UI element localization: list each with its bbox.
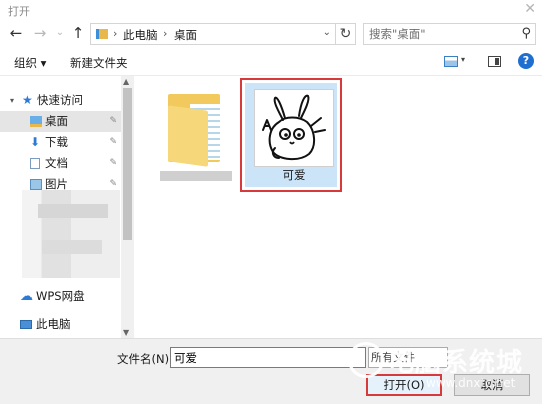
sidebar-item-quick-access[interactable]: ▾ ★ 快速访问 (0, 90, 121, 111)
file-name-label: 可爱 (282, 168, 306, 182)
scroll-down-icon[interactable]: ▼ (123, 328, 129, 337)
breadcrumb-separator: › (113, 27, 118, 40)
folder-icon (96, 29, 108, 39)
view-dropdown-icon[interactable]: ▾ (461, 55, 465, 64)
file-name-panel: 文件名(N): 所有文件 打开(O) 取消 (0, 338, 542, 404)
scrollbar-thumb[interactable] (123, 88, 132, 240)
navigation-pane: ▾ ★ 快速访问 桌面 ✎ ⬇ 下载 ✎ 文档 ✎ 图片 ✎ ☁ WPS网盘 此… (0, 76, 134, 338)
sidebar-item-label: 桌面 (45, 114, 68, 128)
cloud-icon: ☁ (20, 289, 33, 304)
change-view-icon[interactable] (444, 56, 458, 67)
image-thumbnail (254, 89, 334, 167)
pin-icon[interactable]: ✎ (109, 111, 117, 132)
expand-icon[interactable]: ▾ (10, 90, 14, 111)
sidebar-item-this-pc[interactable]: 此电脑 (0, 314, 121, 335)
scroll-up-icon[interactable]: ▲ (123, 77, 129, 86)
help-icon[interactable]: ? (518, 53, 534, 69)
file-name-label: 文件名(N): (117, 352, 173, 366)
title-bar: 打开 ✕ (0, 0, 542, 20)
recent-locations-icon[interactable]: ⌄ (52, 24, 68, 42)
file-name-field[interactable] (170, 347, 366, 368)
sidebar-item-label: WPS网盘 (36, 289, 85, 303)
folder-icon (168, 90, 222, 167)
preview-pane-icon[interactable] (488, 56, 501, 67)
breadcrumb-this-pc[interactable]: 此电脑 (123, 27, 158, 43)
back-arrow-icon[interactable]: ← (8, 24, 24, 42)
search-box[interactable]: ⚲ (363, 23, 536, 45)
file-name-input[interactable] (171, 348, 351, 367)
sidebar-item-label: 快速访问 (37, 93, 83, 107)
close-icon[interactable]: ✕ (524, 1, 536, 17)
up-arrow-icon[interactable]: ↑ (70, 24, 86, 42)
pin-icon[interactable]: ✎ (109, 153, 117, 174)
sidebar-item-downloads[interactable]: ⬇ 下载 ✎ (0, 132, 121, 153)
star-icon: ★ (22, 93, 33, 107)
file-item-folder[interactable] (134, 76, 234, 192)
sidebar-item-documents[interactable]: 文档 ✎ (0, 153, 121, 174)
pin-icon[interactable]: ✎ (109, 132, 117, 153)
sidebar-item-label: 文档 (45, 156, 68, 170)
sidebar-item-label: 下载 (45, 135, 68, 149)
sidebar-item-wps-cloud[interactable]: ☁ WPS网盘 (0, 286, 121, 307)
address-bar[interactable]: › 此电脑 › 桌面 ⌄ ↻ (90, 23, 356, 45)
picture-icon (30, 179, 42, 190)
breadcrumb-desktop[interactable]: 桌面 (174, 27, 197, 43)
command-bar: 组织 ▾ 新建文件夹 ▾ ? (0, 48, 542, 76)
blurred-sidebar-items (22, 190, 120, 278)
refresh-icon[interactable]: ↻ (335, 23, 355, 45)
address-bar-row: ← → ⌄ ↑ › 此电脑 › 桌面 ⌄ ↻ ⚲ (0, 20, 542, 48)
document-icon (30, 158, 40, 169)
sidebar-item-desktop[interactable]: 桌面 ✎ (0, 111, 121, 132)
file-list: 可爱 (134, 76, 542, 338)
breadcrumb-separator: › (163, 27, 168, 40)
computer-icon (20, 320, 32, 329)
file-type-select[interactable]: 所有文件 (368, 347, 448, 368)
sidebar-scrollbar[interactable]: ▲ ▼ (121, 76, 134, 338)
blurred-folder-name (160, 171, 232, 181)
selection-highlight: 可爱 (245, 83, 337, 187)
file-item-selected[interactable]: 可爱 (240, 78, 342, 192)
forward-arrow-icon[interactable]: → (32, 24, 48, 42)
address-dropdown-icon[interactable]: ⌄ (323, 27, 331, 38)
open-button[interactable]: 打开(O) (366, 374, 442, 396)
organize-button[interactable]: 组织 ▾ (14, 55, 46, 71)
rabbit-sticker-icon (262, 94, 326, 160)
search-icon[interactable]: ⚲ (521, 26, 531, 41)
download-icon: ⬇ (30, 135, 41, 149)
new-folder-button[interactable]: 新建文件夹 (70, 55, 128, 71)
sidebar-item-label: 此电脑 (36, 317, 71, 331)
cancel-button[interactable]: 取消 (454, 374, 530, 396)
search-input[interactable] (369, 27, 509, 41)
window-title: 打开 (8, 5, 30, 18)
desktop-folder-icon (30, 116, 42, 127)
